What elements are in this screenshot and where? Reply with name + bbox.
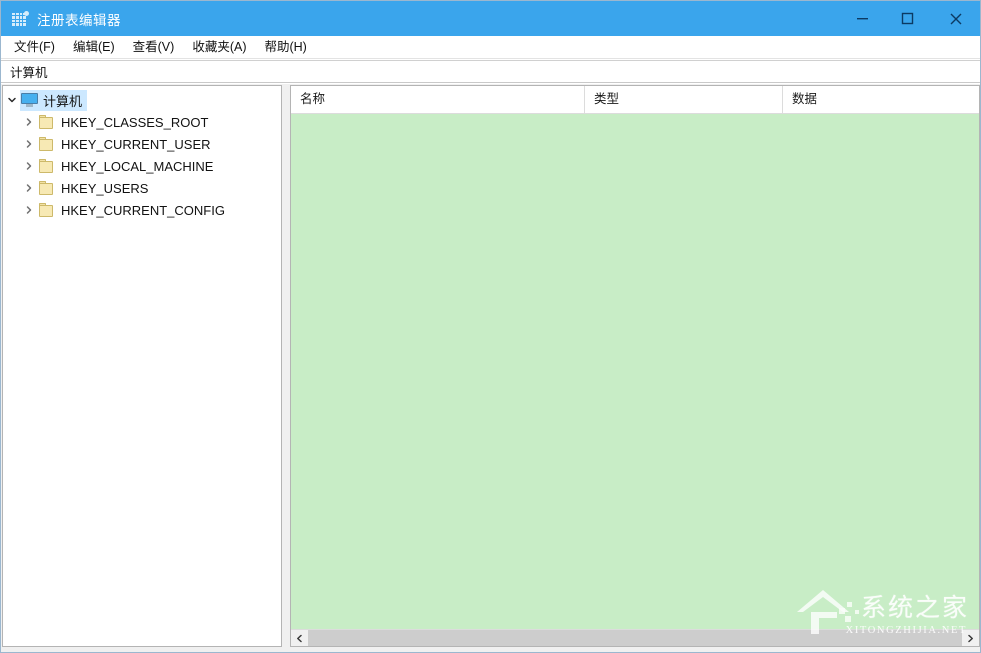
- list-body-empty[interactable]: [291, 114, 979, 632]
- column-header-type[interactable]: 类型: [585, 86, 783, 113]
- monitor-icon: [21, 93, 38, 107]
- window-title: 注册表编辑器: [37, 9, 121, 29]
- menu-item-view[interactable]: 查看(V): [124, 36, 184, 58]
- menu-bar: 文件(F) 编辑(E) 查看(V) 收藏夹(A) 帮助(H): [1, 36, 981, 59]
- folder-icon: [38, 181, 55, 196]
- tree-item-label: HKEY_USERS: [61, 181, 150, 196]
- tree-item-hkey-current-config[interactable]: HKEY_CURRENT_CONFIG: [3, 199, 281, 221]
- close-button[interactable]: [930, 1, 981, 36]
- scrollbar-thumb[interactable]: [308, 630, 962, 646]
- horizontal-scrollbar[interactable]: [291, 629, 979, 646]
- menu-item-file[interactable]: 文件(F): [5, 36, 64, 58]
- tree-item-hkey-current-user[interactable]: HKEY_CURRENT_USER: [3, 133, 281, 155]
- column-header-name[interactable]: 名称: [291, 86, 585, 113]
- registry-grid-icon: [12, 11, 28, 27]
- folder-icon: [38, 115, 55, 130]
- tree-item-label: HKEY_LOCAL_MACHINE: [61, 159, 215, 174]
- tree-item-computer[interactable]: 计算机: [3, 89, 281, 111]
- tree-item-hkey-classes-root[interactable]: HKEY_CLASSES_ROOT: [3, 111, 281, 133]
- tree-item-label: 计算机: [43, 91, 84, 110]
- registry-editor-window: 注册表编辑器 文件(F) 编辑(E) 查看(V) 收藏夹(A): [0, 0, 981, 653]
- chevron-down-icon[interactable]: [3, 95, 20, 105]
- address-bar[interactable]: 计算机: [1, 60, 981, 83]
- tree-item-label: HKEY_CLASSES_ROOT: [61, 115, 210, 130]
- minimize-icon: [856, 12, 869, 25]
- chevron-right-icon[interactable]: [20, 161, 37, 171]
- maximize-button[interactable]: [885, 1, 930, 36]
- list-column-headers: 名称 类型 数据: [291, 86, 979, 114]
- menu-item-favorites[interactable]: 收藏夹(A): [183, 36, 255, 58]
- minimize-button[interactable]: [840, 1, 885, 36]
- menu-item-help[interactable]: 帮助(H): [255, 36, 315, 58]
- chevron-right-icon[interactable]: [20, 205, 37, 215]
- tree-item-hkey-users[interactable]: HKEY_USERS: [3, 177, 281, 199]
- title-bar: 注册表编辑器: [1, 1, 981, 36]
- tree-item-hkey-local-machine[interactable]: HKEY_LOCAL_MACHINE: [3, 155, 281, 177]
- scroll-left-button[interactable]: [291, 630, 308, 646]
- folder-icon: [38, 203, 55, 218]
- chevron-right-icon[interactable]: [20, 183, 37, 193]
- folder-icon: [38, 137, 55, 152]
- registry-tree-panel[interactable]: 计算机 HKEY_CLASSES_ROOT: [2, 85, 282, 647]
- menu-item-edit[interactable]: 编辑(E): [64, 36, 124, 58]
- chevron-right-icon: [966, 634, 975, 643]
- window-controls: [840, 1, 981, 36]
- column-header-data[interactable]: 数据: [783, 86, 979, 113]
- panel-splitter[interactable]: [282, 85, 289, 647]
- main-content: 计算机 HKEY_CLASSES_ROOT: [1, 84, 981, 653]
- tree-item-label: HKEY_CURRENT_CONFIG: [61, 203, 227, 218]
- registry-values-panel[interactable]: 名称 类型 数据: [290, 85, 980, 647]
- chevron-right-icon[interactable]: [20, 139, 37, 149]
- maximize-icon: [901, 12, 914, 25]
- scroll-right-button[interactable]: [962, 630, 979, 646]
- close-icon: [949, 12, 963, 26]
- registry-tree: 计算机 HKEY_CLASSES_ROOT: [3, 86, 281, 221]
- chevron-right-icon[interactable]: [20, 117, 37, 127]
- address-path: 计算机: [10, 62, 48, 81]
- chevron-left-icon: [295, 634, 304, 643]
- tree-item-label: HKEY_CURRENT_USER: [61, 137, 213, 152]
- folder-icon: [38, 159, 55, 174]
